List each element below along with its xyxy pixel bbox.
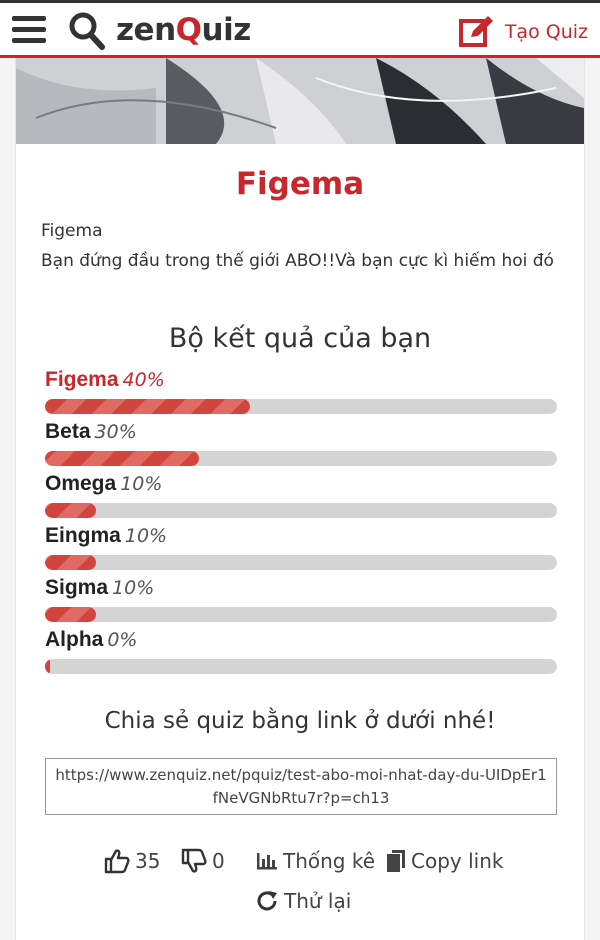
menu-icon[interactable] xyxy=(12,14,46,46)
action-bar: 35 0 Thống kê Copy link xyxy=(16,844,584,878)
retry-label: Thử lại xyxy=(284,889,352,913)
zenquiz-logo[interactable]: zenQuiz xyxy=(116,11,251,49)
result-name: Beta xyxy=(45,420,91,443)
result-percent: 10% xyxy=(124,525,168,547)
result-percent: 30% xyxy=(94,421,137,443)
result-item: Alpha 0% xyxy=(45,628,557,674)
result-title: Figema xyxy=(235,166,365,202)
create-quiz-button[interactable]: Tạo Quiz xyxy=(458,12,588,52)
result-item: Sigma 10% xyxy=(45,576,557,622)
result-progress-fill xyxy=(45,399,250,414)
result-name: Omega xyxy=(45,472,117,495)
result-description-name: Figema xyxy=(41,221,103,241)
thumbs-down-icon xyxy=(181,848,207,873)
result-percent: 10% xyxy=(120,473,163,495)
thumbs-up-icon xyxy=(104,849,130,874)
result-progress-bar xyxy=(45,607,557,622)
result-progress-fill xyxy=(45,607,97,622)
bar-chart-icon xyxy=(257,853,277,870)
search-icon[interactable] xyxy=(68,11,106,51)
result-percent: 10% xyxy=(112,577,155,599)
like-count: 35 xyxy=(135,849,161,873)
edit-icon xyxy=(458,16,493,47)
result-item: Figema 40% xyxy=(45,368,557,414)
dislike-button[interactable]: 0 xyxy=(181,844,225,878)
retry-button[interactable]: Thử lại xyxy=(256,884,351,918)
dislike-count: 0 xyxy=(212,849,225,873)
result-item: Omega 10% xyxy=(45,472,557,518)
share-heading: Chia sẻ quiz bằng link ở dưới nhé! xyxy=(104,708,496,734)
result-progress-bar xyxy=(45,555,557,570)
result-progress-bar xyxy=(45,503,557,518)
redo-icon xyxy=(257,891,277,911)
result-name: Eingma xyxy=(45,524,121,547)
copy-icon xyxy=(387,850,405,872)
create-quiz-label: Tạo Quiz xyxy=(504,21,588,43)
result-item: Eingma 10% xyxy=(45,524,557,570)
copy-link-button[interactable]: Copy link xyxy=(386,844,503,878)
result-name: Sigma xyxy=(45,576,109,599)
stats-label: Thống kê xyxy=(283,849,376,873)
result-percent: 0% xyxy=(107,629,138,651)
result-description-text: Bạn đứng đầu trong thế giới ABO!!Và bạn … xyxy=(41,251,554,271)
result-progress-bar xyxy=(45,451,557,466)
result-progress-fill xyxy=(45,659,51,674)
result-progress-fill xyxy=(45,503,97,518)
result-progress-bar xyxy=(45,399,557,414)
like-button[interactable]: 35 xyxy=(104,844,160,878)
result-card: Figema Figema Bạn đứng đầu trong thế giớ… xyxy=(15,58,585,940)
result-progress-fill xyxy=(45,451,199,466)
result-percent: 40% xyxy=(122,369,165,391)
top-navbar: zenQuiz Tạo Quiz xyxy=(0,0,600,58)
results-heading: Bộ kết quả của bạn xyxy=(168,323,432,354)
share-link-field[interactable]: https://www.zenquiz.net/pquiz/test-abo-m… xyxy=(45,758,557,815)
stats-button[interactable]: Thống kê xyxy=(256,844,375,878)
copy-link-label: Copy link xyxy=(411,849,504,873)
result-banner-image xyxy=(16,58,584,144)
result-name: Figema xyxy=(45,368,119,391)
result-name: Alpha xyxy=(45,628,104,651)
result-item: Beta 30% xyxy=(45,420,557,466)
result-progress-fill xyxy=(45,555,97,570)
result-progress-bar xyxy=(45,659,557,674)
